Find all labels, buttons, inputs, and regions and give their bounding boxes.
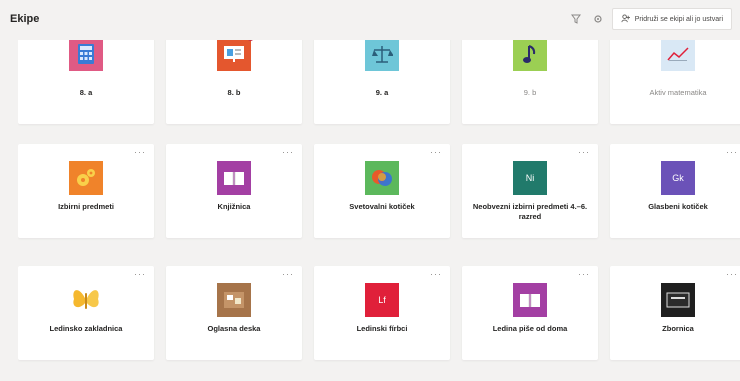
team-card[interactable]: ··· Zbornica	[610, 266, 740, 360]
team-card[interactable]: ··· Ni Neobvezni izbirni predmeti 4.–6. ra…	[462, 144, 598, 238]
more-options-icon[interactable]: ···	[134, 148, 146, 157]
team-name: Neobvezni izbirni predmeti 4.–6. razred	[472, 202, 588, 221]
team-card[interactable]: 9. a	[314, 40, 450, 124]
team-name: 8. a	[79, 88, 93, 97]
team-card[interactable]: 9. b	[462, 40, 598, 124]
join-team-icon	[621, 13, 630, 25]
team-card[interactable]: 8. b	[166, 40, 302, 124]
team-name: 8. b	[227, 88, 241, 97]
presentation-icon	[216, 40, 254, 72]
blackboard-icon	[660, 282, 696, 318]
team-name: 9. b	[523, 88, 537, 97]
more-options-icon[interactable]: ···	[430, 270, 442, 279]
scales-icon	[364, 40, 400, 72]
team-name: Ledinski fírbci	[356, 324, 408, 333]
team-card[interactable]: ··· Oglasna deska	[166, 266, 302, 360]
team-card[interactable]: ··· Izbirni predmeti	[18, 144, 154, 238]
team-name: Izbirni predmeti	[58, 202, 114, 211]
initials-icon: Ni	[512, 160, 548, 196]
more-options-icon[interactable]: ···	[726, 148, 738, 157]
team-name: Ledina piše od doma	[492, 324, 568, 333]
book-icon	[216, 160, 252, 196]
butterfly-icon	[68, 282, 104, 318]
team-name: Oglasna deska	[207, 324, 261, 333]
team-name: Svetovalni kotiček	[349, 202, 415, 211]
team-card[interactable]: ··· Lf Ledinski fírbci	[314, 266, 450, 360]
team-name: Knjižnica	[217, 202, 251, 211]
team-name: Ledinsko zakladnica	[49, 324, 123, 333]
calculator-icon	[68, 40, 104, 72]
more-options-icon[interactable]: ···	[578, 148, 590, 157]
more-options-icon[interactable]: ···	[430, 148, 442, 157]
team-name: 9. a	[375, 88, 389, 97]
speech-bubbles-icon	[364, 160, 400, 196]
team-card[interactable]: ··· Ledinsko zakladnica	[18, 266, 154, 360]
line-chart-icon	[660, 40, 696, 72]
team-name: Zbornica	[662, 324, 694, 333]
team-card[interactable]: ··· Svetovalni kotiček	[314, 144, 450, 238]
gears-icon	[68, 160, 104, 196]
initials-icon: Lf	[364, 282, 400, 318]
join-or-create-team-label: Pridruži se ekipi ali jo ustvari	[634, 15, 723, 23]
join-or-create-team-button[interactable]: Pridruži se ekipi ali jo ustvari	[611, 8, 732, 30]
settings-gear-icon[interactable]	[590, 11, 606, 27]
filter-icon[interactable]	[568, 11, 584, 27]
more-options-icon[interactable]: ···	[726, 270, 738, 279]
more-options-icon[interactable]: ···	[134, 270, 146, 279]
team-card[interactable]: ··· Ledina piše od doma	[462, 266, 598, 360]
team-card[interactable]: Aktiv matematika	[610, 40, 740, 124]
team-name: Glasbeni kotiček	[648, 202, 708, 211]
book-icon	[512, 282, 548, 318]
team-card[interactable]: ··· Knjižnica	[166, 144, 302, 238]
more-options-icon[interactable]: ···	[282, 148, 294, 157]
initials-icon: Gk	[660, 160, 696, 196]
corkboard-icon	[216, 282, 252, 318]
page-title: Ekipe	[10, 13, 40, 25]
teams-header: Ekipe Pridruži se ekipi ali jo ustvari	[0, 0, 740, 38]
team-name: Aktiv matematika	[649, 88, 707, 97]
team-card[interactable]: 8. a	[18, 40, 154, 124]
more-options-icon[interactable]: ···	[578, 270, 590, 279]
team-card[interactable]: ··· Gk Glasbeni kotiček	[610, 144, 740, 238]
teams-grid: 8. a 8. b 9. a 9. b Aktiv matematika ··· Izbir…	[18, 40, 740, 381]
more-options-icon[interactable]: ···	[282, 270, 294, 279]
music-note-icon	[512, 40, 548, 72]
